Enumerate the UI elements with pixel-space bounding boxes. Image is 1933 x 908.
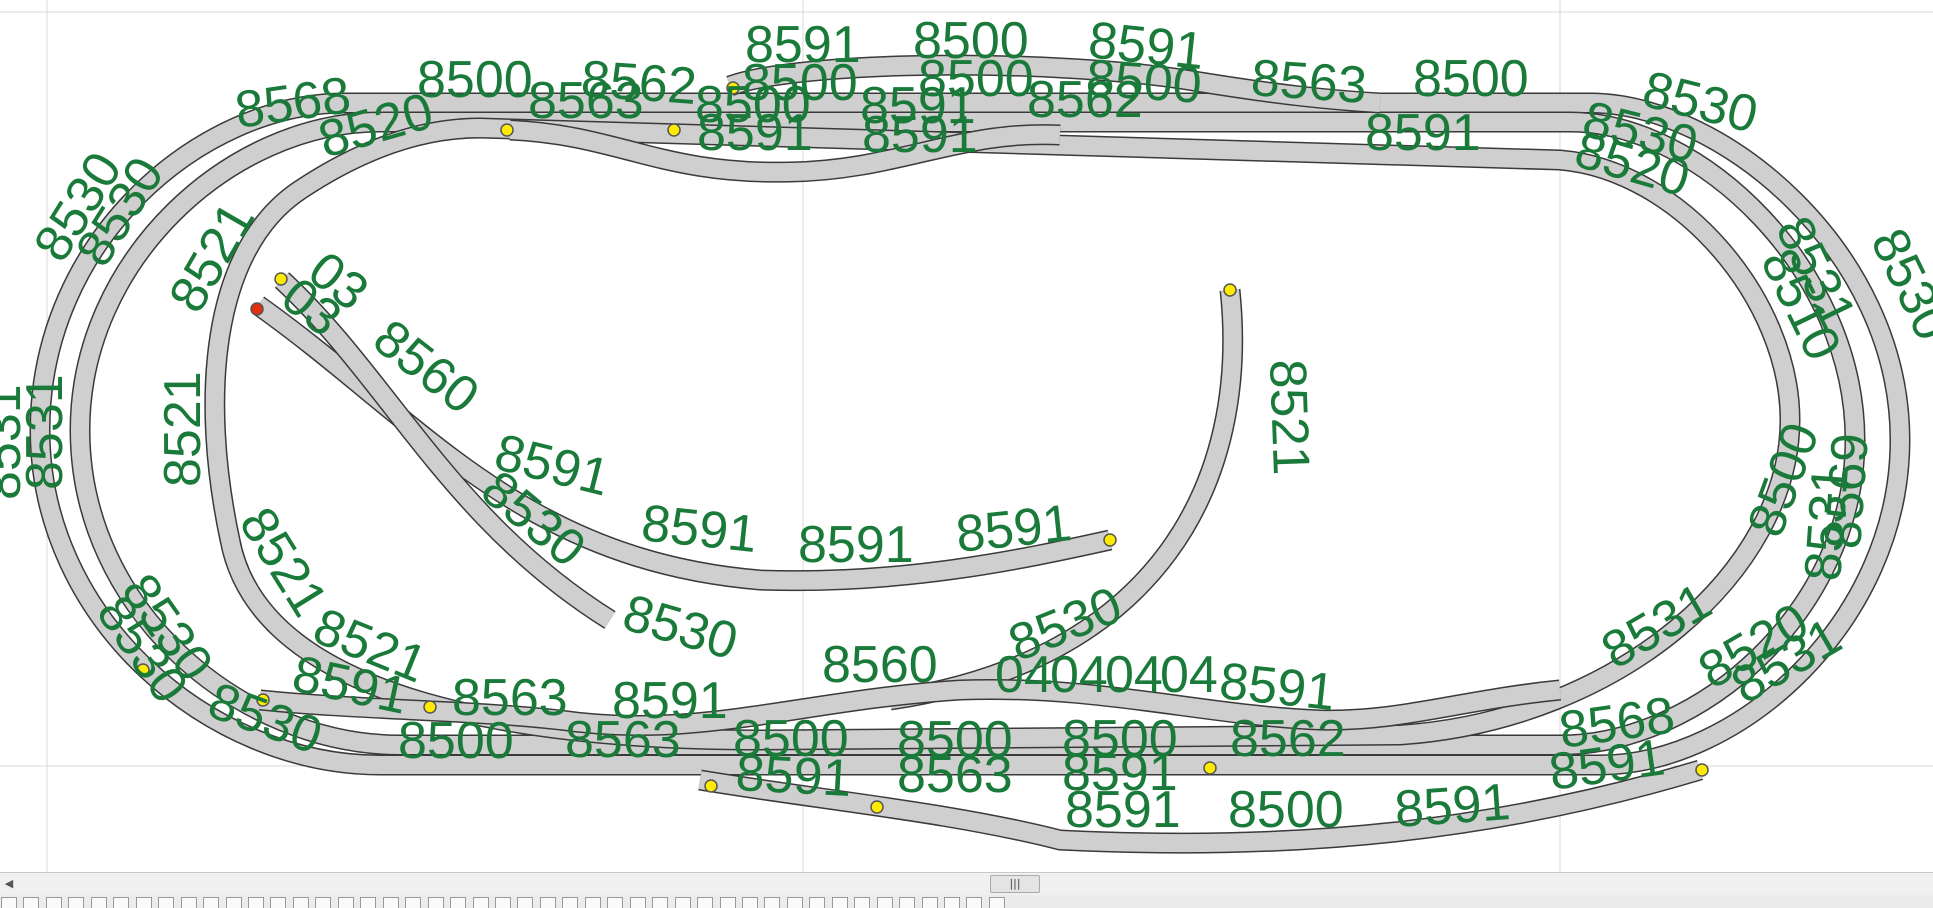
contact-marker — [500, 123, 514, 137]
contact-marker — [870, 800, 884, 814]
track-label: 04 — [1050, 646, 1108, 704]
track-label: 8591 — [862, 106, 978, 164]
contact-marker — [1695, 763, 1709, 777]
scrollbar-thumb[interactable]: ||| — [990, 875, 1040, 893]
contact-marker-red — [250, 302, 264, 316]
toolbar-button[interactable] — [68, 897, 85, 908]
track-label: 8591 — [734, 744, 853, 808]
toolbar-button[interactable] — [741, 897, 758, 908]
track-label: 8562 — [1230, 710, 1346, 768]
toolbar-button[interactable] — [584, 897, 601, 908]
track-label: 8531 — [1794, 463, 1860, 582]
toolbar-button[interactable] — [270, 897, 287, 908]
track-label: 8500 — [1413, 50, 1529, 108]
scroll-left-arrow-icon[interactable]: ◀ — [2, 877, 16, 891]
toolbar-button[interactable] — [315, 897, 332, 908]
toolbar-button[interactable] — [517, 897, 534, 908]
toolbar-button[interactable] — [180, 897, 197, 908]
contact-marker — [274, 272, 288, 286]
track-label: 8591 — [639, 494, 760, 564]
toolbar-button[interactable] — [360, 897, 377, 908]
track-label: 8591 — [1365, 104, 1481, 162]
toolbar-button[interactable] — [629, 897, 646, 908]
track-label: 8560 — [822, 636, 938, 694]
toolbar-button[interactable] — [45, 897, 62, 908]
toolbar-button[interactable] — [405, 897, 422, 908]
horizontal-scrollbar[interactable]: ◀ ||| — [0, 872, 1933, 896]
track-label: 8530 — [617, 584, 744, 672]
toolbar-button[interactable] — [944, 897, 961, 908]
toolbar-button[interactable] — [225, 897, 242, 908]
track-label: 8591 — [697, 104, 813, 162]
track-label: 8500 — [398, 712, 514, 770]
toolbar-button[interactable] — [1, 897, 17, 908]
toolbar-button[interactable] — [203, 897, 220, 908]
track-label: 04 — [995, 646, 1053, 704]
toolbar-button[interactable] — [427, 897, 444, 908]
track-label: 8563 — [565, 711, 681, 769]
track-label: 8563 — [1249, 49, 1368, 115]
toolbar-button[interactable] — [652, 897, 669, 908]
toolbar-button[interactable] — [809, 897, 826, 908]
toolbar-button[interactable] — [135, 897, 152, 908]
track-label: 8521 — [154, 371, 212, 487]
toolbar-button[interactable] — [539, 897, 556, 908]
toolbar-button[interactable] — [382, 897, 399, 908]
track-label: 8563 — [897, 746, 1013, 804]
contact-marker — [704, 779, 718, 793]
toolbar-button[interactable] — [921, 897, 938, 908]
contact-marker — [1103, 533, 1117, 547]
toolbar-button[interactable] — [247, 897, 264, 908]
toolbar-button[interactable] — [786, 897, 803, 908]
toolbar-button[interactable] — [854, 897, 871, 908]
toolbar-button[interactable] — [158, 897, 175, 908]
toolbar-button[interactable] — [23, 897, 40, 908]
track-label: 8500 — [417, 51, 533, 109]
track-label: 8591 — [953, 494, 1074, 564]
toolbar-button[interactable] — [831, 897, 848, 908]
toolbar-button[interactable] — [697, 897, 714, 908]
track-label: 04 — [1160, 646, 1218, 704]
contact-marker — [667, 123, 681, 137]
track-label: 8521 — [1258, 358, 1320, 476]
toolbar-strip — [0, 895, 1933, 908]
track-label: 04 — [1105, 646, 1163, 704]
track-label: 8562 — [1027, 71, 1143, 129]
track-label: 8591 — [1393, 773, 1512, 839]
toolbar-button[interactable] — [113, 897, 130, 908]
track-label: 8591 — [1065, 781, 1181, 839]
toolbar-button[interactable] — [337, 897, 354, 908]
contact-marker — [1203, 761, 1217, 775]
track-label: 8563 — [528, 72, 644, 130]
toolbar-button[interactable] — [607, 897, 624, 908]
toolbar-button[interactable] — [966, 897, 983, 908]
contact-marker — [1223, 283, 1237, 297]
toolbar-button[interactable] — [876, 897, 893, 908]
toolbar-button[interactable] — [292, 897, 309, 908]
track-label: 8531 — [16, 374, 74, 490]
toolbar-button[interactable] — [472, 897, 489, 908]
toolbar-button[interactable] — [764, 897, 781, 908]
toolbar-button[interactable] — [719, 897, 736, 908]
toolbar-button[interactable] — [562, 897, 579, 908]
track-label: 8591 — [798, 516, 914, 574]
toolbar-button[interactable] — [674, 897, 691, 908]
track-label: 8500 — [1228, 781, 1344, 839]
toolbar-button[interactable] — [899, 897, 916, 908]
toolbar-button[interactable] — [494, 897, 511, 908]
toolbar-button[interactable] — [450, 897, 467, 908]
track-layout-canvas[interactable]: 8591 8500 8591 8568 8500 8562 8500 8500 … — [0, 0, 1933, 872]
toolbar-button[interactable] — [90, 897, 107, 908]
toolbar-button[interactable] — [988, 897, 1005, 908]
